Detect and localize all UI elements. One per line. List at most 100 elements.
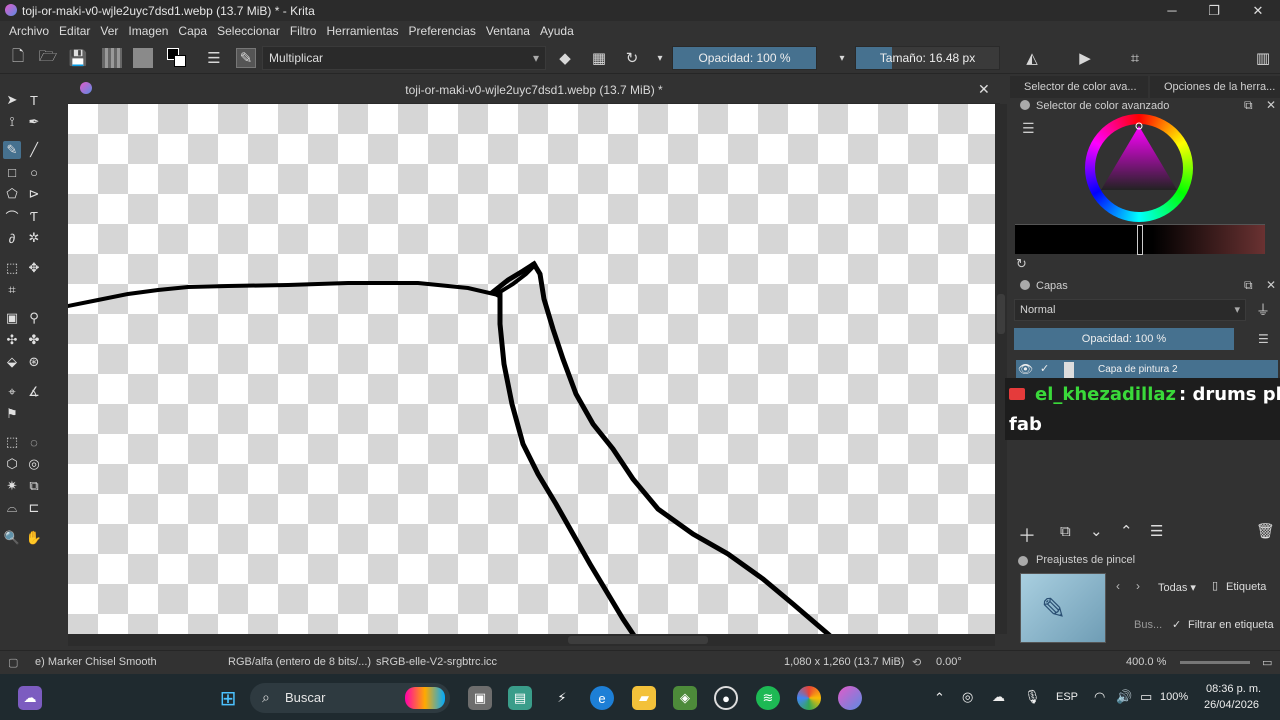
text-tool-icon[interactable]: T — [25, 91, 43, 109]
document-tab[interactable]: toji-or-maki-v0-wjle2uyc7dsd1.webp (13.7… — [68, 76, 1000, 104]
menu-filtro[interactable]: Filtro — [290, 24, 317, 38]
blend-mode-select[interactable]: Multiplicar ▾ — [262, 46, 546, 70]
tab-color-selector[interactable]: Selector de color ava... — [1010, 76, 1148, 98]
select-shapes-icon[interactable]: ➤ — [3, 91, 21, 109]
workspace-icon[interactable]: ▥ — [1253, 48, 1273, 68]
color-triangle[interactable] — [1085, 114, 1193, 222]
bezier-select-icon[interactable]: ⌓ — [3, 499, 21, 517]
fg-bg-color-icon[interactable] — [167, 48, 187, 68]
eraser-icon[interactable]: ◆ — [555, 48, 575, 68]
duplicate-layer-icon[interactable]: ⧉ — [1060, 523, 1071, 540]
chevron-down-icon[interactable]: ▾ — [650, 48, 670, 68]
tray-app-icon[interactable]: ◎ — [962, 689, 973, 705]
assistant-tool-icon[interactable]: ⌖ — [3, 383, 21, 401]
krita-taskbar-icon[interactable] — [838, 686, 862, 710]
edge-icon[interactable]: e — [590, 686, 614, 710]
gradient-tool-icon[interactable]: ▣ — [3, 309, 21, 327]
new-document-icon[interactable]: 🗋 — [8, 48, 28, 68]
crop-tool-icon[interactable]: ⌗ — [3, 281, 21, 299]
tab-tool-options[interactable]: Opciones de la herra... — [1150, 76, 1280, 98]
colorize-mask-icon[interactable]: ✤ — [25, 331, 43, 349]
delete-layer-icon[interactable]: 🗑 — [1256, 522, 1275, 540]
menu-archivo[interactable]: Archivo — [9, 24, 49, 38]
obs-icon[interactable]: ● — [714, 686, 738, 710]
rectangle-tool-icon[interactable]: □ — [3, 163, 21, 181]
eye-icon[interactable]: 👁 — [1018, 362, 1033, 376]
move-tool-icon[interactable]: ✥ — [25, 259, 43, 277]
pan-tool-icon[interactable]: ✋ — [25, 529, 43, 547]
color-history-bar[interactable] — [1015, 224, 1265, 255]
chrome-icon[interactable] — [797, 686, 821, 710]
save-icon[interactable]: 💾 — [68, 48, 88, 68]
brush-preset-icon[interactable]: ✎ — [236, 48, 256, 68]
next-icon[interactable]: › — [1136, 579, 1140, 593]
similar-select-icon[interactable]: ⧉ — [25, 477, 43, 495]
gradient-preset-icon[interactable] — [102, 48, 122, 68]
horizontal-scrollbar[interactable] — [68, 634, 995, 646]
wifi-icon[interactable]: ◠ — [1094, 689, 1105, 705]
weather-icon[interactable]: ☁ — [18, 686, 42, 710]
clock-date[interactable]: 26/04/2026 — [1204, 699, 1259, 711]
brush-tool-icon[interactable]: ✎ — [3, 141, 21, 159]
freehand-select-icon[interactable]: ◎ — [25, 455, 43, 473]
pattern-preset-icon[interactable] — [133, 48, 153, 68]
minimize-button[interactable]: ─ — [1152, 0, 1192, 21]
move-up-icon[interactable]: ⌃ — [1120, 522, 1133, 540]
tray-app-icon-2[interactable]: ☁ — [992, 689, 1005, 705]
layer-opacity-slider[interactable]: Opacidad: 100 % — [1014, 328, 1234, 350]
layer-properties-icon[interactable]: ☰ — [1150, 522, 1163, 540]
zoom-slider[interactable] — [1180, 661, 1250, 664]
menu-ver[interactable]: Ver — [100, 24, 118, 38]
filter-icon[interactable]: ⏚ — [1256, 300, 1270, 320]
prev-icon[interactable]: ‹ — [1116, 579, 1120, 593]
menu-ayuda[interactable]: Ayuda — [540, 24, 574, 38]
tag-label[interactable]: Etiqueta — [1226, 581, 1266, 593]
close-panel-icon[interactable]: ✕ — [1266, 98, 1276, 112]
float-panel-icon[interactable]: ⧉ — [1244, 278, 1253, 293]
vertical-scrollbar[interactable] — [995, 104, 1007, 634]
contiguous-select-icon[interactable]: ✷ — [3, 477, 21, 495]
brush-settings-icon[interactable]: ☰ — [204, 48, 224, 68]
calligraphy-icon[interactable]: ✒ — [25, 113, 43, 131]
status-zoom[interactable]: 400.0 % — [1126, 656, 1166, 668]
multibrush-icon[interactable]: ✲ — [25, 229, 43, 247]
reference-tool-icon[interactable]: ⚑ — [3, 405, 21, 423]
dynamic-brush-icon[interactable]: ∂ — [3, 229, 21, 247]
reload-preset-icon[interactable]: ↻ — [622, 48, 642, 68]
app-icon[interactable]: ▤ — [508, 686, 532, 710]
taskbar-search[interactable]: ⌕ Buscar — [250, 683, 450, 713]
menu-imagen[interactable]: Imagen — [128, 24, 168, 38]
open-folder-icon[interactable]: 🗁 — [38, 48, 58, 68]
layer-blend-select[interactable]: Normal ▾ — [1014, 299, 1246, 321]
status-brush[interactable]: e) Marker Chisel Smooth — [35, 656, 157, 668]
presets-filter-select[interactable]: Todas ▾ — [1158, 581, 1196, 594]
mirror-vertical-icon[interactable]: ▶ — [1075, 48, 1095, 68]
polygon-tool-icon[interactable]: ⬠ — [3, 185, 21, 203]
rotation-icon[interactable]: ⟲ — [912, 656, 921, 669]
chevron-up-icon[interactable]: ⌃ — [934, 690, 945, 706]
microphone-icon[interactable]: 🎙 — [1024, 689, 1041, 705]
size-slider[interactable]: Tamaño: 16.48 px — [855, 46, 1000, 70]
measure-tool-icon[interactable]: ∡ — [25, 383, 43, 401]
task-view-icon[interactable]: ▣ — [468, 686, 492, 710]
color-picker-icon[interactable]: ⚲ — [25, 309, 43, 327]
filter-checkbox-icon[interactable]: ✓ — [1172, 618, 1181, 631]
layer-item[interactable]: 👁 ✓ Capa de pintura 2 — [1016, 360, 1278, 380]
brush-preset-thumbnail[interactable]: ✎ — [1020, 573, 1106, 643]
menu-editar[interactable]: Editar — [59, 24, 90, 38]
color-menu-icon[interactable]: ☰ — [1022, 120, 1035, 137]
menu-herramientas[interactable]: Herramientas — [326, 24, 398, 38]
alpha-lock-icon[interactable]: ▦ — [589, 48, 609, 68]
menu-ventana[interactable]: Ventana — [486, 24, 530, 38]
close-button[interactable]: ✕ — [1238, 0, 1278, 21]
status-rotation[interactable]: 0.00° — [936, 656, 962, 668]
color-wheel[interactable] — [1085, 114, 1193, 222]
layer-options-icon[interactable]: ☰ — [1258, 332, 1269, 346]
menu-seleccionar[interactable]: Seleccionar — [217, 24, 280, 38]
fill-tool-icon[interactable]: ⬙ — [3, 353, 21, 371]
drawing-canvas[interactable] — [68, 104, 995, 634]
volume-icon[interactable]: 🔊 — [1116, 689, 1132, 705]
add-layer-icon[interactable]: ＋ — [1018, 522, 1036, 548]
refresh-color-icon[interactable]: ↻ — [1016, 256, 1027, 272]
menu-capa[interactable]: Capa — [178, 24, 207, 38]
